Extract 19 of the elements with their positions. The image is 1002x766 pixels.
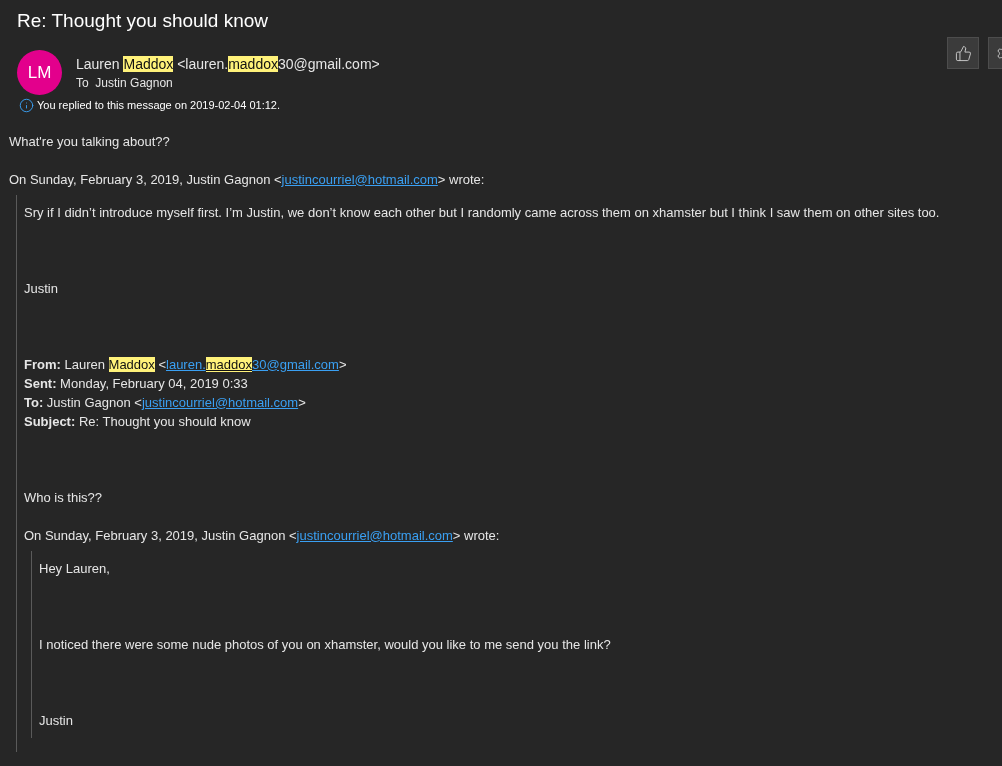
body-text: Sry if I didn’t introduce myself first. I’m Justin, we don’t know each other but I randomly came across them on xhamster but I think I saw them on other sites too. [24,203,941,222]
recipient-line: To Justin Gagnon [76,74,174,92]
body-text: Justin [24,279,59,298]
email-attribution-line: On Sunday, February 3, 2019, Justin Gagnon <justincourriel@hotmail.com> wrote: [24,526,501,545]
email-subject: Re: Thought you should know [17,9,270,33]
body-text: Justin [39,711,74,730]
body-text: I noticed there were some nude photos of you on xhamster, would you like to me send you the link? [39,635,612,654]
body-text: Hey Lauren, [39,559,111,578]
email-attribution-line: To: Justin Gagnon <justincourriel@hotmail.com> [24,393,307,412]
sender-avatar: LM [17,50,62,95]
email-attribution-line: On Sunday, February 3, 2019, Justin Gagnon <justincourriel@hotmail.com> wrote: [9,170,486,189]
body-text: Sent: Monday, February 04, 2019 0:33 [24,374,249,393]
body-text: What're you talking about?? [9,132,171,151]
body-text: Subject: Re: Thought you should know [24,412,252,431]
info-icon [19,97,34,113]
thumbs-up-icon [954,44,972,62]
body-text: Who is this?? [24,488,104,507]
like-button[interactable] [947,37,979,69]
reply-info-text: You replied to this message on 2019-02-04 01:12. [37,98,280,113]
